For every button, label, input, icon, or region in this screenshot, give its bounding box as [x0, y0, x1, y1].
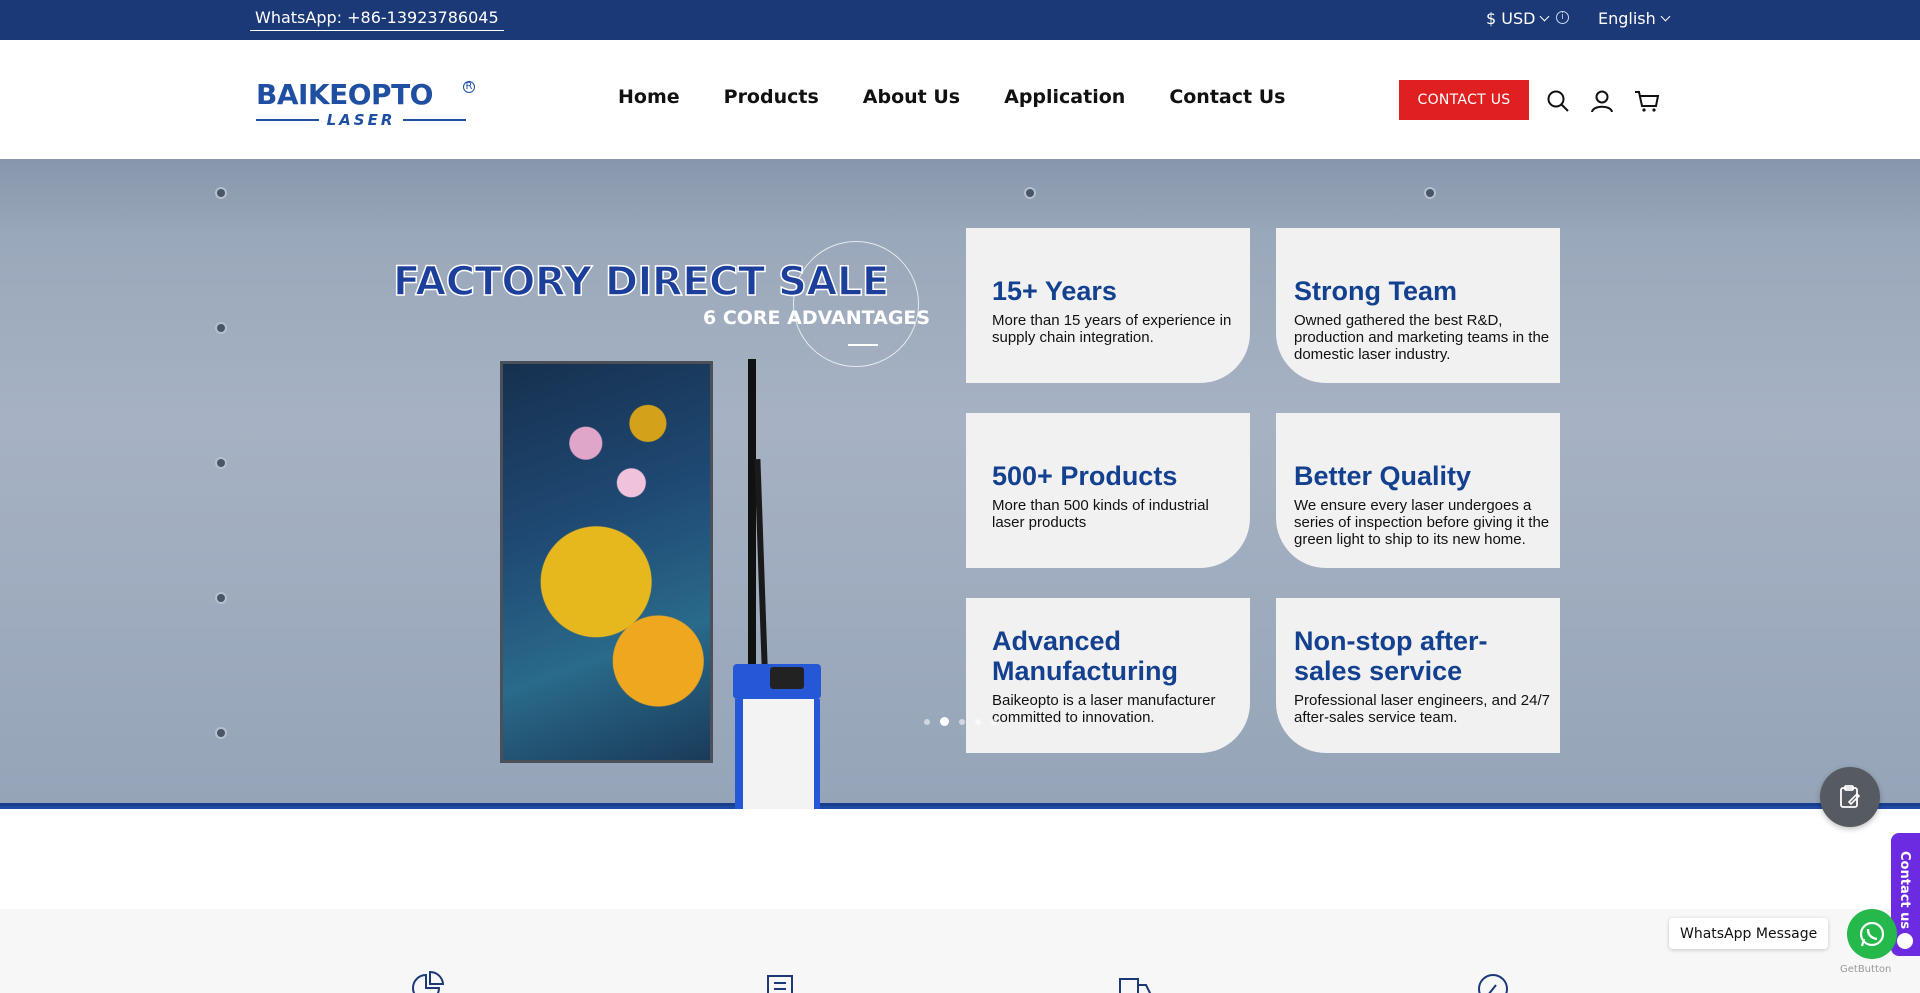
arrow-icon	[848, 344, 878, 346]
card-title: Non-stop after-sales service	[1294, 626, 1488, 686]
slider-dot-2[interactable]	[940, 717, 949, 726]
search-icon[interactable]	[1545, 88, 1571, 114]
wrench-icon	[1478, 974, 1508, 993]
language-selector[interactable]: English	[1598, 9, 1671, 28]
contact-tab-label: Contact us	[1897, 851, 1912, 930]
chat-icon	[1897, 933, 1913, 949]
logo[interactable]: BAIKEOPTO R LASER	[256, 80, 476, 130]
bolt-decoration	[1026, 189, 1034, 197]
currency-selector[interactable]: $ USD	[1486, 9, 1550, 28]
card-text: Owned gathered the best R&D, production …	[1294, 312, 1550, 363]
hero-title: FACTORY DIRECT SALE	[392, 258, 890, 306]
info-icon[interactable]: i	[1556, 11, 1569, 24]
nav-home[interactable]: Home	[618, 86, 680, 108]
language-label: English	[1598, 9, 1656, 28]
advantage-card: 15+ Years More than 15 years of experien…	[966, 228, 1250, 383]
card-text: More than 500 kinds of industrial laser …	[992, 497, 1209, 531]
card-title: 15+ Years	[992, 276, 1117, 306]
whatsapp-button[interactable]	[1847, 909, 1897, 959]
cart-icon[interactable]	[1634, 88, 1660, 114]
advantage-card: Non-stop after-sales service Professiona…	[1276, 598, 1560, 753]
account-icon[interactable]	[1589, 88, 1615, 114]
bolt-decoration	[217, 324, 225, 332]
card-title: Strong Team	[1294, 276, 1458, 306]
registered-icon: R	[463, 81, 475, 93]
nav-products[interactable]: Products	[724, 86, 819, 108]
card-text: Baikeopto is a laser manufacturer commit…	[992, 692, 1216, 726]
slider-dots	[924, 717, 997, 726]
site-header: BAIKEOPTO R LASER Home Products About Us…	[0, 40, 1920, 159]
card-text: We ensure every laser undergoes a series…	[1294, 497, 1550, 548]
chevron-down-icon	[1660, 11, 1671, 22]
advantage-card: Strong Team Owned gathered the best R&D,…	[1276, 228, 1560, 383]
getbutton-credit[interactable]: GetButton	[1840, 964, 1891, 975]
contact-us-button[interactable]: CONTACT US	[1399, 80, 1529, 120]
logo-brand: BAIKEOPTO	[256, 78, 433, 111]
card-title: Better Quality	[1294, 461, 1472, 491]
nav-contact-us[interactable]: Contact Us	[1169, 86, 1285, 108]
whatsapp-message-label[interactable]: WhatsApp Message	[1669, 918, 1829, 949]
whatsapp-icon	[1859, 921, 1885, 947]
currency-label: $ USD	[1486, 9, 1536, 28]
hero-subtitle: 6 CORE ADVANTAGES	[703, 307, 931, 329]
peacock-painting-image	[500, 361, 713, 763]
card-title: 500+ Products	[992, 461, 1178, 491]
card-title: Advanced Manufacturing	[992, 626, 1178, 686]
bolt-decoration	[217, 459, 225, 467]
bolt-decoration	[1426, 189, 1434, 197]
pie-chart-icon	[412, 971, 445, 993]
chevron-down-icon	[1540, 11, 1550, 22]
notes-float-button[interactable]	[1820, 767, 1880, 827]
bolt-decoration	[217, 729, 225, 737]
slider-dot-1[interactable]	[924, 718, 930, 725]
logo-sub: LASER	[326, 111, 396, 129]
card-text: Professional laser engineers, and 24/7 a…	[1294, 692, 1550, 726]
slider-dot-5[interactable]	[991, 718, 997, 725]
advantage-card: Advanced Manufacturing Baikeopto is a la…	[966, 598, 1250, 753]
features-section	[0, 909, 1920, 993]
slider-dot-4[interactable]	[975, 718, 981, 725]
main-nav: Home Products About Us Application Conta…	[618, 86, 1285, 108]
advantage-card: 500+ Products More than 500 kinds of ind…	[966, 413, 1250, 568]
truck-icon	[1119, 978, 1151, 993]
advantage-card: Better Quality We ensure every laser und…	[1276, 413, 1560, 568]
whatsapp-link[interactable]: WhatsApp: +86-13923786045	[250, 8, 504, 31]
bolt-decoration	[217, 189, 225, 197]
announcement-bar: WhatsApp: +86-13923786045 $ USD i Englis…	[0, 0, 1920, 40]
slider-dot-3[interactable]	[959, 718, 965, 725]
card-text: More than 15 years of experience in supp…	[992, 312, 1232, 346]
bolt-decoration	[217, 594, 225, 602]
clipboard-edit-icon	[1840, 785, 1861, 808]
nav-about-us[interactable]: About Us	[863, 86, 960, 108]
hero-banner[interactable]: FACTORY DIRECT SALE 6 CORE ADVANTAGES 15…	[0, 159, 1920, 809]
document-icon	[767, 975, 793, 993]
nav-application[interactable]: Application	[1004, 86, 1125, 108]
